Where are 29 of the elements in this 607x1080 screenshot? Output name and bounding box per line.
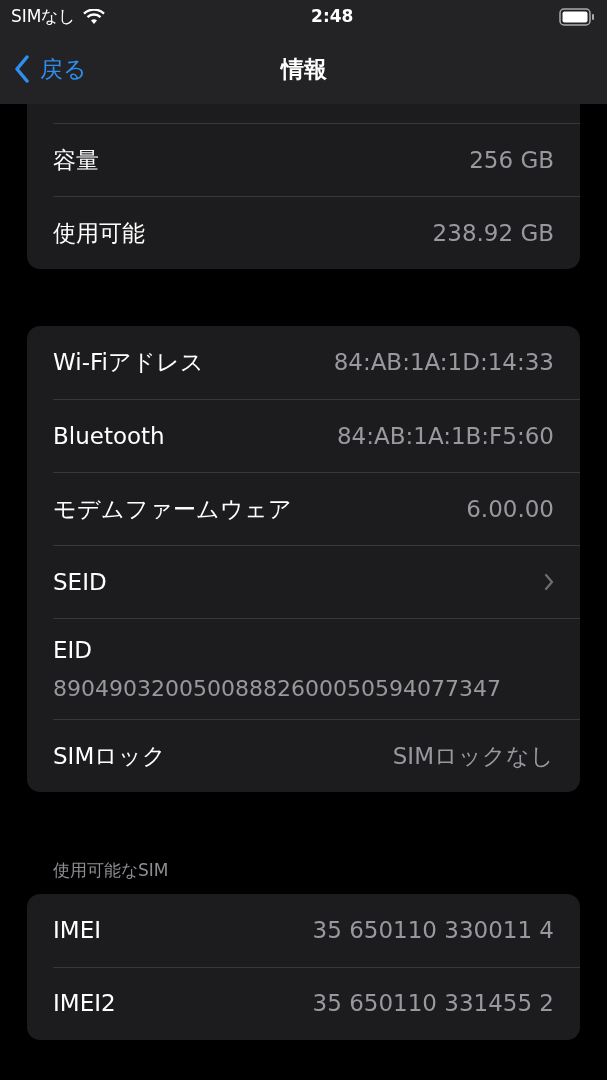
row-value: 6.00.00 bbox=[466, 494, 554, 524]
row-label: Wi-Fiアドレス bbox=[53, 348, 204, 378]
row-label: モデムファームウェア bbox=[53, 494, 292, 524]
row-label: IMEI2 bbox=[53, 989, 116, 1019]
chevron-right-icon bbox=[544, 573, 554, 591]
row-value: 35 650110 330011 4 bbox=[312, 915, 554, 945]
row-value: 89049032005008882600050594077347 bbox=[53, 674, 501, 703]
settings-row[interactable]: SEID bbox=[53, 545, 580, 618]
carrier-text: SIMなし bbox=[11, 5, 76, 29]
row-value: 35 650110 331455 2 bbox=[312, 989, 554, 1019]
row-value: 84:AB:1A:1B:F5:60 bbox=[336, 421, 554, 451]
row-label: 使用可能 bbox=[53, 218, 145, 248]
row-label: IMEI bbox=[53, 915, 101, 945]
row-value: 84:AB:1A:1D:14:33 bbox=[333, 348, 554, 378]
page-title: 情報 bbox=[280, 55, 327, 82]
row-label: EID bbox=[53, 636, 93, 666]
row-label: SEID bbox=[53, 567, 107, 597]
battery-icon bbox=[559, 8, 595, 26]
chevron-left-icon bbox=[14, 55, 30, 83]
row-label: SIMロック bbox=[53, 741, 167, 771]
time-text: 2:48 bbox=[311, 6, 354, 27]
row-label: Bluetooth bbox=[53, 421, 165, 451]
section-header: 使用可能なSIM bbox=[53, 859, 170, 882]
row-label: 容量 bbox=[53, 145, 99, 175]
back-button[interactable]: 戻る bbox=[0, 51, 87, 87]
wifi-icon bbox=[83, 9, 106, 25]
row-value: 256 GB bbox=[469, 145, 554, 175]
row-value: 238.92 GB bbox=[432, 218, 554, 248]
row-value: SIMロックなし bbox=[392, 741, 554, 771]
